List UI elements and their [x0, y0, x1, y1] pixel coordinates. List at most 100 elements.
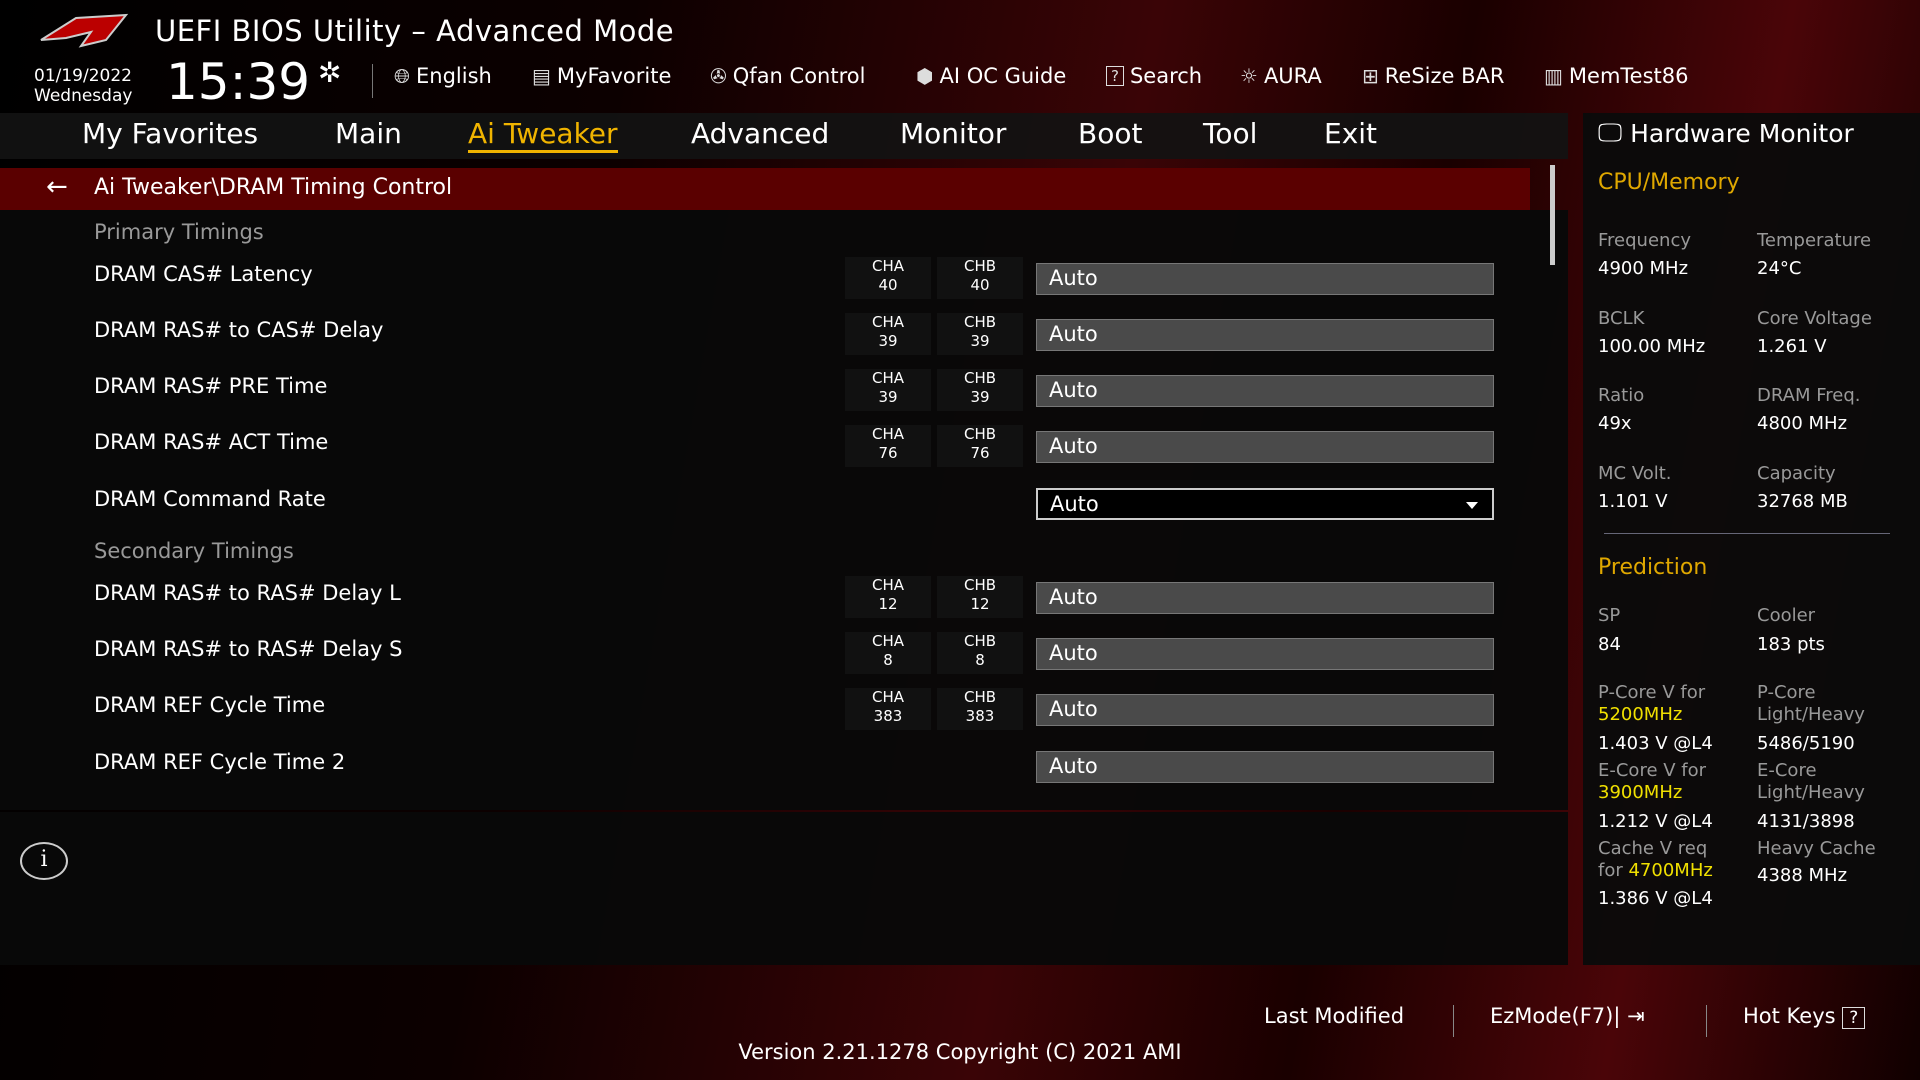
- prediction-heading: Prediction: [1598, 555, 1708, 580]
- memory-icon: ▥: [1544, 64, 1563, 88]
- value: Auto: [1049, 754, 1098, 778]
- hot-keys-button[interactable]: Hot Keys ?: [1743, 1004, 1866, 1029]
- help-search-icon: ?: [1106, 66, 1124, 86]
- title: Hardware Monitor: [1630, 118, 1854, 148]
- favorite-list-icon: ▤: [532, 64, 551, 88]
- section-secondary-timings: Secondary Timings: [94, 539, 294, 563]
- label: P-Core: [1757, 682, 1816, 703]
- resize-bar-icon: ⊞: [1362, 64, 1379, 88]
- section-primary-timings: Primary Timings: [94, 220, 264, 244]
- ecore-voltage: 1.212 V @L4: [1598, 811, 1713, 832]
- ezmode-button[interactable]: EzMode(F7)| ⇥: [1490, 1004, 1645, 1028]
- label: English: [416, 64, 492, 88]
- setting-label: DRAM RAS# to RAS# Delay S: [94, 637, 403, 661]
- sp-value: 84: [1598, 634, 1621, 655]
- setting-input[interactable]: Auto: [1036, 375, 1494, 407]
- ecore-label: E-Core V for: [1598, 760, 1707, 781]
- divider: [372, 64, 373, 98]
- qfan-control-button[interactable]: ✇ Qfan Control: [710, 64, 865, 88]
- value: 8: [883, 651, 893, 669]
- label: MyFavorite: [556, 64, 672, 88]
- scrollbar[interactable]: [1550, 165, 1555, 265]
- ai-oc-guide-button[interactable]: ⬢ AI OC Guide: [916, 64, 1066, 88]
- value: Auto: [1049, 641, 1098, 665]
- label: Light/Heavy: [1757, 704, 1865, 725]
- metric-label: DRAM Freq.: [1757, 385, 1861, 406]
- tab-tool[interactable]: Tool: [1203, 117, 1257, 150]
- fan-icon: ✇: [710, 64, 727, 88]
- setting-label: DRAM RAS# to CAS# Delay: [94, 318, 384, 342]
- metric-label: Frequency: [1598, 230, 1691, 251]
- metric-value: 4800 MHz: [1757, 413, 1848, 434]
- label: CHB: [963, 257, 997, 275]
- tab-advanced[interactable]: Advanced: [691, 117, 829, 150]
- tab-my-favorites[interactable]: My Favorites: [82, 117, 258, 150]
- label: CHA: [871, 313, 904, 331]
- resize-bar-button[interactable]: ⊞ ReSize BAR: [1362, 64, 1504, 88]
- value: Auto: [1049, 322, 1098, 346]
- setting-input[interactable]: Auto: [1036, 694, 1494, 726]
- metric-value: 1.101 V: [1598, 491, 1668, 512]
- tab-main[interactable]: Main: [335, 117, 402, 150]
- value: 39: [878, 388, 898, 406]
- myfavorite-button[interactable]: ▤ MyFavorite: [532, 64, 671, 88]
- memtest86-button[interactable]: ▥ MemTest86: [1544, 64, 1688, 88]
- setting-input[interactable]: Auto: [1036, 582, 1494, 614]
- value: Auto: [1049, 697, 1098, 721]
- setting-input[interactable]: Auto: [1036, 638, 1494, 670]
- date-display: 01/19/2022 Wednesday: [34, 66, 132, 106]
- value: 8: [975, 651, 985, 669]
- tab-exit[interactable]: Exit: [1324, 117, 1377, 150]
- last-modified-button[interactable]: Last Modified: [1264, 1004, 1404, 1028]
- value: Auto: [1049, 585, 1098, 609]
- search-button[interactable]: ? Search: [1106, 64, 1202, 88]
- value: 12: [878, 595, 898, 613]
- setting-label: DRAM Command Rate: [94, 487, 326, 511]
- label: CHB: [963, 369, 997, 387]
- tab-ai-tweaker[interactable]: Ai Tweaker: [468, 117, 618, 153]
- chb-value: CHB 76: [937, 425, 1023, 467]
- info-icon: i: [20, 842, 68, 880]
- pcore-freq: 5200MHz: [1598, 704, 1683, 725]
- cha-value: CHA 39: [845, 369, 931, 411]
- setting-input[interactable]: Auto: [1036, 319, 1494, 351]
- pcore-light-heavy: 5486/5190: [1757, 733, 1855, 754]
- globe-icon: 🌐︎: [394, 64, 410, 88]
- setting-label: DRAM REF Cycle Time 2: [94, 750, 346, 774]
- metric-value: 4900 MHz: [1598, 258, 1689, 279]
- breadcrumb: ← Ai Tweaker\DRAM Timing Control: [0, 168, 1530, 210]
- breadcrumb-path: Ai Tweaker\DRAM Timing Control: [94, 175, 453, 200]
- main-tabs: My Favorites Main Ai Tweaker Advanced Mo…: [0, 113, 1568, 159]
- cha-value: CHA 76: [845, 425, 931, 467]
- setting-input[interactable]: Auto: [1036, 751, 1494, 783]
- aura-button[interactable]: ☼ AURA: [1240, 64, 1322, 88]
- tab-monitor[interactable]: Monitor: [900, 117, 1006, 150]
- cha-value: CHA 39: [845, 313, 931, 355]
- label: CHB: [963, 425, 997, 443]
- setting-dropdown[interactable]: Auto: [1036, 488, 1494, 520]
- setting-input[interactable]: Auto: [1036, 431, 1494, 463]
- value: 76: [970, 444, 990, 462]
- metric-value: 49x: [1598, 413, 1632, 434]
- value: 383: [873, 707, 903, 725]
- label: MemTest86: [1568, 64, 1689, 88]
- label: CHB: [963, 576, 997, 594]
- settings-gear-icon[interactable]: ✲: [318, 56, 341, 89]
- tab-boot[interactable]: Boot: [1078, 117, 1142, 150]
- chb-value: CHB 12: [937, 576, 1023, 618]
- sp-label: SP: [1598, 605, 1621, 626]
- back-arrow-icon[interactable]: ←: [46, 172, 68, 202]
- label: CHA: [871, 369, 904, 387]
- cha-value: CHA 12: [845, 576, 931, 618]
- value: 383: [965, 707, 995, 725]
- cooler-value: 183 pts: [1757, 634, 1825, 655]
- value: 40: [970, 276, 990, 294]
- metric-value: 32768 MB: [1757, 491, 1848, 512]
- metric-label: Core Voltage: [1757, 308, 1872, 329]
- setting-input[interactable]: Auto: [1036, 263, 1494, 295]
- clock: 15:39: [166, 53, 311, 111]
- language-button[interactable]: 🌐︎ English: [394, 64, 492, 88]
- label: CHA: [871, 257, 904, 275]
- ai-chip-icon: ⬢: [916, 64, 934, 88]
- help-panel: [0, 812, 1568, 965]
